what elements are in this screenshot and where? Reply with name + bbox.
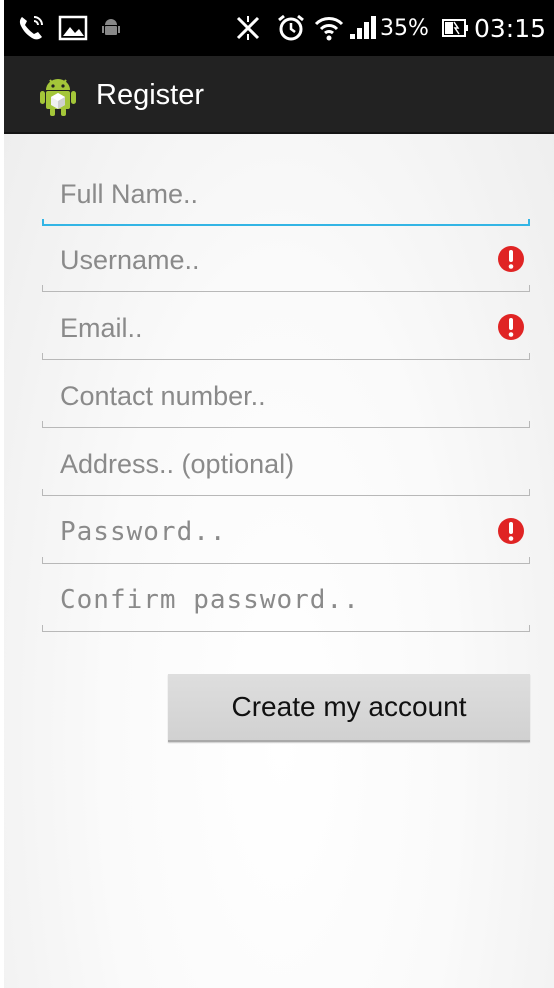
username-underline <box>42 285 530 292</box>
mute-icon <box>234 0 262 56</box>
page-title: Register <box>96 79 204 111</box>
password-error-icon[interactable] <box>496 516 526 546</box>
signal-icon <box>348 0 378 56</box>
address-input[interactable] <box>42 438 472 490</box>
full-name-field-container <box>42 168 530 226</box>
battery-icon <box>442 0 468 56</box>
username-input[interactable] <box>42 234 472 286</box>
confirm-password-input[interactable] <box>42 574 472 626</box>
alarm-icon <box>276 0 306 56</box>
email-field-container <box>42 302 530 360</box>
status-bar: 35% 03:15 <box>4 0 554 56</box>
password-field-container <box>42 506 530 564</box>
clock-time: 03:15 <box>474 13 547 43</box>
register-screen: 35% 03:15 Register Full Name.. Username.… <box>4 0 554 988</box>
username-field-container <box>42 234 530 292</box>
battery-text: 35% <box>380 15 429 41</box>
confirm-password-underline <box>42 625 530 632</box>
address-underline <box>42 489 530 496</box>
email-error-icon[interactable] <box>496 312 526 342</box>
email-underline <box>42 353 530 360</box>
full-name-underline <box>42 219 530 226</box>
android-app-icon <box>36 74 80 118</box>
gallery-icon <box>58 0 88 56</box>
contact-number-input[interactable] <box>42 370 472 422</box>
full-name-input[interactable] <box>42 168 472 220</box>
email-input[interactable] <box>42 302 472 354</box>
address-field-container <box>42 438 530 496</box>
android-debug-icon <box>101 0 121 56</box>
username-error-icon[interactable] <box>496 244 526 274</box>
create-account-button[interactable]: Create my account <box>168 674 530 742</box>
contact-underline <box>42 421 530 428</box>
call-icon <box>16 0 46 56</box>
confirm-password-field-container <box>42 574 530 632</box>
password-input[interactable] <box>42 506 472 558</box>
action-bar: Register <box>4 56 554 134</box>
password-underline <box>42 557 530 564</box>
wifi-icon <box>314 0 344 56</box>
contact-field-container <box>42 370 530 428</box>
